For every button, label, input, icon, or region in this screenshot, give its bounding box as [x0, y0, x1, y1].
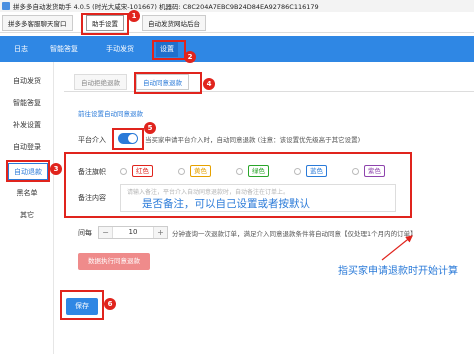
flag-green-radio[interactable] — [236, 167, 243, 175]
stepper-plus-button[interactable]: + — [153, 227, 167, 238]
step-marker-4: 4 — [203, 78, 215, 90]
tab-chat-window[interactable]: 拼多多客服聊天窗口 — [2, 15, 73, 31]
flag-red-radio[interactable] — [120, 167, 127, 175]
flag-green[interactable]: 绿色 — [236, 165, 269, 177]
main-nav-bar: 日志 智能答复 手动发货 设置 — [0, 36, 474, 62]
platform-intervention-note: 当买家申请平台介入时，自动同意退款 (注意：该设置优先级高于其它设置) — [145, 136, 361, 144]
flag-yellow[interactable]: 黄色 — [178, 165, 211, 177]
highlight-box-4 — [134, 72, 202, 94]
stepper-value[interactable]: 10 — [113, 227, 153, 238]
highlight-box-5 — [112, 128, 144, 150]
flag-blue-radio[interactable] — [294, 167, 301, 175]
nav-manual-ship[interactable]: 手动发货 — [106, 36, 134, 62]
platform-intervention-label: 平台介入 — [78, 136, 106, 144]
sidebar-item-auto-ship[interactable]: 自动发货 — [0, 76, 54, 86]
flag-purple-chip: 紫色 — [364, 165, 385, 177]
sidebar-item-auto-login[interactable]: 自动登录 — [0, 142, 54, 152]
flag-yellow-chip: 黄色 — [190, 165, 211, 177]
flag-yellow-radio[interactable] — [178, 167, 185, 175]
flag-purple[interactable]: 紫色 — [352, 165, 385, 177]
sidebar-item-blacklist[interactable]: 黑名单 — [0, 188, 54, 198]
refund-sub-tabs: 自动拒绝退款 自动同意退款 — [64, 72, 474, 92]
remark-flag-label: 备注旗帜 — [78, 168, 106, 176]
flag-red[interactable]: 红色 — [120, 165, 153, 177]
highlight-box-1 — [81, 13, 129, 35]
step-marker-2: 2 — [184, 51, 196, 63]
step-marker-1: 1 — [128, 10, 140, 22]
annotation-text: 指买家申请退款时开始计算 — [338, 266, 458, 277]
remark-hint-overlay: 是否备注，可以自己设置或者按默认 — [142, 198, 310, 210]
flag-green-chip: 绿色 — [248, 165, 269, 177]
flag-blue[interactable]: 蓝色 — [294, 165, 327, 177]
interval-description: 分钟查询一次退款订单，满足介入同意退款条件将自动同意【仅处理1个月内的订单】 — [172, 230, 417, 238]
save-button[interactable]: 保存 — [66, 298, 98, 315]
tab-auto-ship-backend[interactable]: 自动发货网站后台 — [142, 15, 206, 31]
remark-content-label: 备注内容 — [78, 194, 106, 202]
step-marker-3: 3 — [50, 163, 62, 175]
sidebar: 自动发货 智能答复 补发设置 自动登录 自动退款 黑名单 其它 — [0, 62, 54, 354]
sidebar-item-other[interactable]: 其它 — [0, 210, 54, 220]
window-title: 拼多多自动发货助手 4.0.5 (时光大咸宋-101667) 机器码: C8C2… — [13, 3, 319, 11]
flag-purple-radio[interactable] — [352, 167, 359, 175]
stepper-minus-button[interactable]: − — [99, 227, 113, 238]
flag-red-chip: 红色 — [132, 165, 153, 177]
app-logo-icon — [2, 2, 10, 10]
highlight-box-2 — [152, 40, 186, 60]
top-tab-bar: 拼多多客服聊天窗口 助手设置 自动发货网站后台 — [0, 13, 474, 33]
sidebar-item-reship[interactable]: 补发设置 — [0, 120, 54, 130]
flag-blue-chip: 蓝色 — [306, 165, 327, 177]
nav-log[interactable]: 日志 — [14, 36, 28, 62]
sidebar-item-smart-reply[interactable]: 智能答复 — [0, 98, 54, 108]
title-bar: 拼多多自动发货助手 4.0.5 (时光大咸宋-101667) 机器码: C8C2… — [0, 0, 474, 12]
tab-auto-reject-refund[interactable]: 自动拒绝退款 — [74, 74, 127, 90]
nav-smart-reply[interactable]: 智能答复 — [50, 36, 78, 62]
goto-auto-agree-link[interactable]: 前往设置自动同意退款 — [78, 108, 143, 118]
step-marker-6: 6 — [104, 298, 116, 310]
interval-prefix-label: 间每 — [78, 229, 92, 237]
interval-stepper[interactable]: − 10 + — [98, 226, 168, 239]
highlight-box-3 — [6, 160, 50, 182]
execute-agree-refund-button[interactable]: 数据执行同意退款 — [78, 253, 150, 270]
step-marker-5: 5 — [144, 122, 156, 134]
